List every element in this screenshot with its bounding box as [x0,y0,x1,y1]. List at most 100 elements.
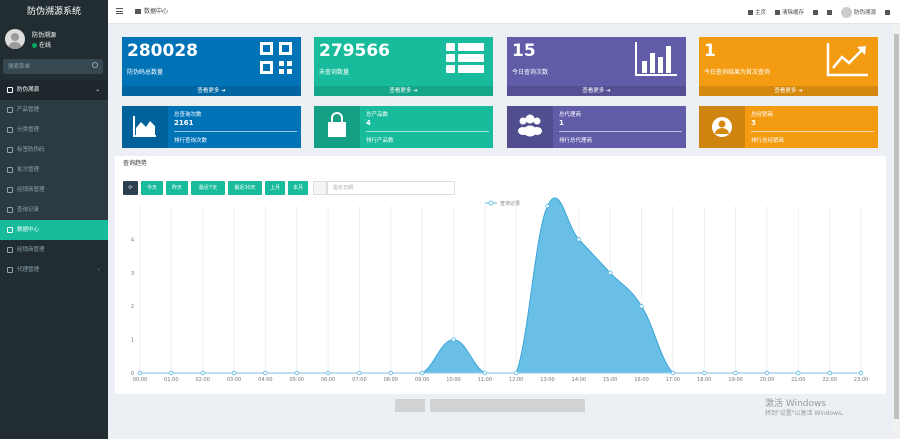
info-footer: 排行查询次数 [174,138,208,144]
sidebar-item-categories[interactable]: 分类管理 [0,120,108,140]
fullscreen-button[interactable] [826,9,832,15]
filter-this-month-button[interactable]: 本月 [288,181,308,195]
sidebar-item-query-records[interactable]: 查询记录 [0,200,108,220]
folder-icon [7,86,13,93]
chart-panel: 查询趋势 ⟳ 今天 昨天 最近7天 最近30天 上月 本月 指定日期 01234… [115,156,886,394]
info-progress [751,131,874,132]
file-icon [7,106,13,113]
y-tick-label: 2 [131,304,134,310]
sidebar-item-data-center[interactable]: 数据中心 [0,220,108,240]
tab-data-center[interactable]: 数据中心 [135,0,168,24]
x-tick-label: 02:00 [195,377,209,383]
data-point [639,303,644,309]
data-point [545,203,550,209]
language-button[interactable] [812,9,818,15]
sidebar-item-agents[interactable]: 代理管理 ‹ [0,260,108,280]
x-tick-label: 07:00 [352,377,366,383]
series-line [139,197,861,374]
more-link[interactable]: 查看更多 ➔ [314,86,493,96]
blurred-footer-text [395,399,425,412]
x-tick-label: 12:00 [509,377,523,383]
sidebar-item-traceability[interactable]: 防伪溯源 ⌄ [0,80,108,100]
sidebar-item-products[interactable]: 产品管理 [0,100,108,120]
layers-icon [7,166,13,173]
data-point [482,370,488,376]
clear-cache-button[interactable]: 清除缓存 [774,8,804,16]
data-point [764,370,770,376]
user-status-text: 在线 [39,42,52,49]
data-point [357,370,362,376]
dashboard-icon [7,226,13,233]
scroll-thumb[interactable] [894,34,899,419]
x-tick-label: 21:00 [791,377,805,383]
refresh-button[interactable]: ⟳ [123,181,138,195]
data-point [263,370,268,376]
user-icon [7,266,13,273]
sidebar-item-codes[interactable]: 标签防伪码 [0,140,108,160]
stat-card-total-codes: 280028 防伪码总数量 查看更多 ➔ [122,37,301,96]
stat-card-today-queries: 15 今日查询次数 查看更多 ➔ [507,37,686,96]
filter-yesterday-button[interactable]: 昨天 [166,181,188,195]
data-point [827,370,832,376]
info-footer: 排行产品数 [366,138,394,144]
sidebar-item-batches[interactable]: 批次管理 [0,160,108,180]
filter-7days-button[interactable]: 最近7天 [191,181,225,195]
more-label: 查看更多 [197,88,220,94]
stat-value: 15 [512,41,536,61]
x-tick-label: 03:00 [227,377,241,383]
user-status: 在线 [32,40,51,49]
stat-label: 今日查询次数 [512,69,549,76]
more-label: 查看更多 [774,88,797,94]
users-icon [518,114,542,137]
search-icon[interactable] [92,62,98,68]
data-point [702,370,707,376]
list-icon [7,206,13,213]
filter-today-button[interactable]: 今天 [141,181,163,195]
sidebar-item-label: 产品管理 [17,107,40,113]
x-tick-label: 20:00 [760,377,774,383]
date-input[interactable]: 指定日期 [327,181,455,195]
data-point [513,370,519,376]
more-link[interactable]: 查看更多 ➔ [507,86,686,96]
info-value: 4 [366,119,371,127]
y-tick-label: 1 [131,338,134,344]
settings-button[interactable] [885,9,890,15]
legend-marker [488,200,494,206]
sidebar-item-label: 批次管理 [17,167,40,173]
data-point [137,370,143,376]
x-tick-label: 19:00 [728,377,742,383]
menu-toggle-icon[interactable] [116,8,123,14]
calendar-icon[interactable] [313,181,327,195]
data-point [576,237,582,242]
info-title: 总产品数 [366,112,389,118]
data-point [169,370,174,376]
sidebar-item-dealer-manage[interactable]: 经销商管理 [0,240,108,260]
x-tick-label: 10:00 [446,377,460,383]
avatar [840,6,852,18]
username-label: 防伪溯源 [853,10,876,16]
home-link[interactable]: 主页 [747,8,766,16]
scrollbar[interactable] [893,24,900,439]
stat-value: 279566 [319,41,390,61]
data-point [294,370,299,376]
filter-last-month-button[interactable]: 上月 [265,181,285,195]
sidebar-item-dealers[interactable]: 经销商管理 [0,180,108,200]
user-name: 防伪溯源 [32,32,57,39]
more-link[interactable]: 查看更多 ➔ [699,86,878,96]
users-icon [7,246,13,253]
user-menu[interactable]: 防伪溯源 [840,6,876,18]
icon-area [507,106,553,148]
sidebar-item-label: 防伪溯源 [17,87,40,93]
query-trend-chart: 0123400:00 01:00 02:00 03:00 04:00 05:00 06:00… [131,197,868,383]
activation-watermark-sub: 转到"设置"以激活 Windows。 [765,410,848,417]
sidebar-item-label: 数据中心 [17,227,40,233]
sidebar-search[interactable]: 搜索菜单 [3,59,103,74]
x-tick-label: 17:00 [666,377,680,383]
x-tick-label: 11:00 [478,377,492,383]
x-tick-label: 08:00 [384,377,398,383]
list-icon [446,43,484,73]
more-link[interactable]: 查看更多 ➔ [122,86,301,96]
info-progress [366,131,489,132]
chevron-down-icon: ⌄ [95,87,100,93]
filter-30days-button[interactable]: 最近30天 [228,181,262,195]
